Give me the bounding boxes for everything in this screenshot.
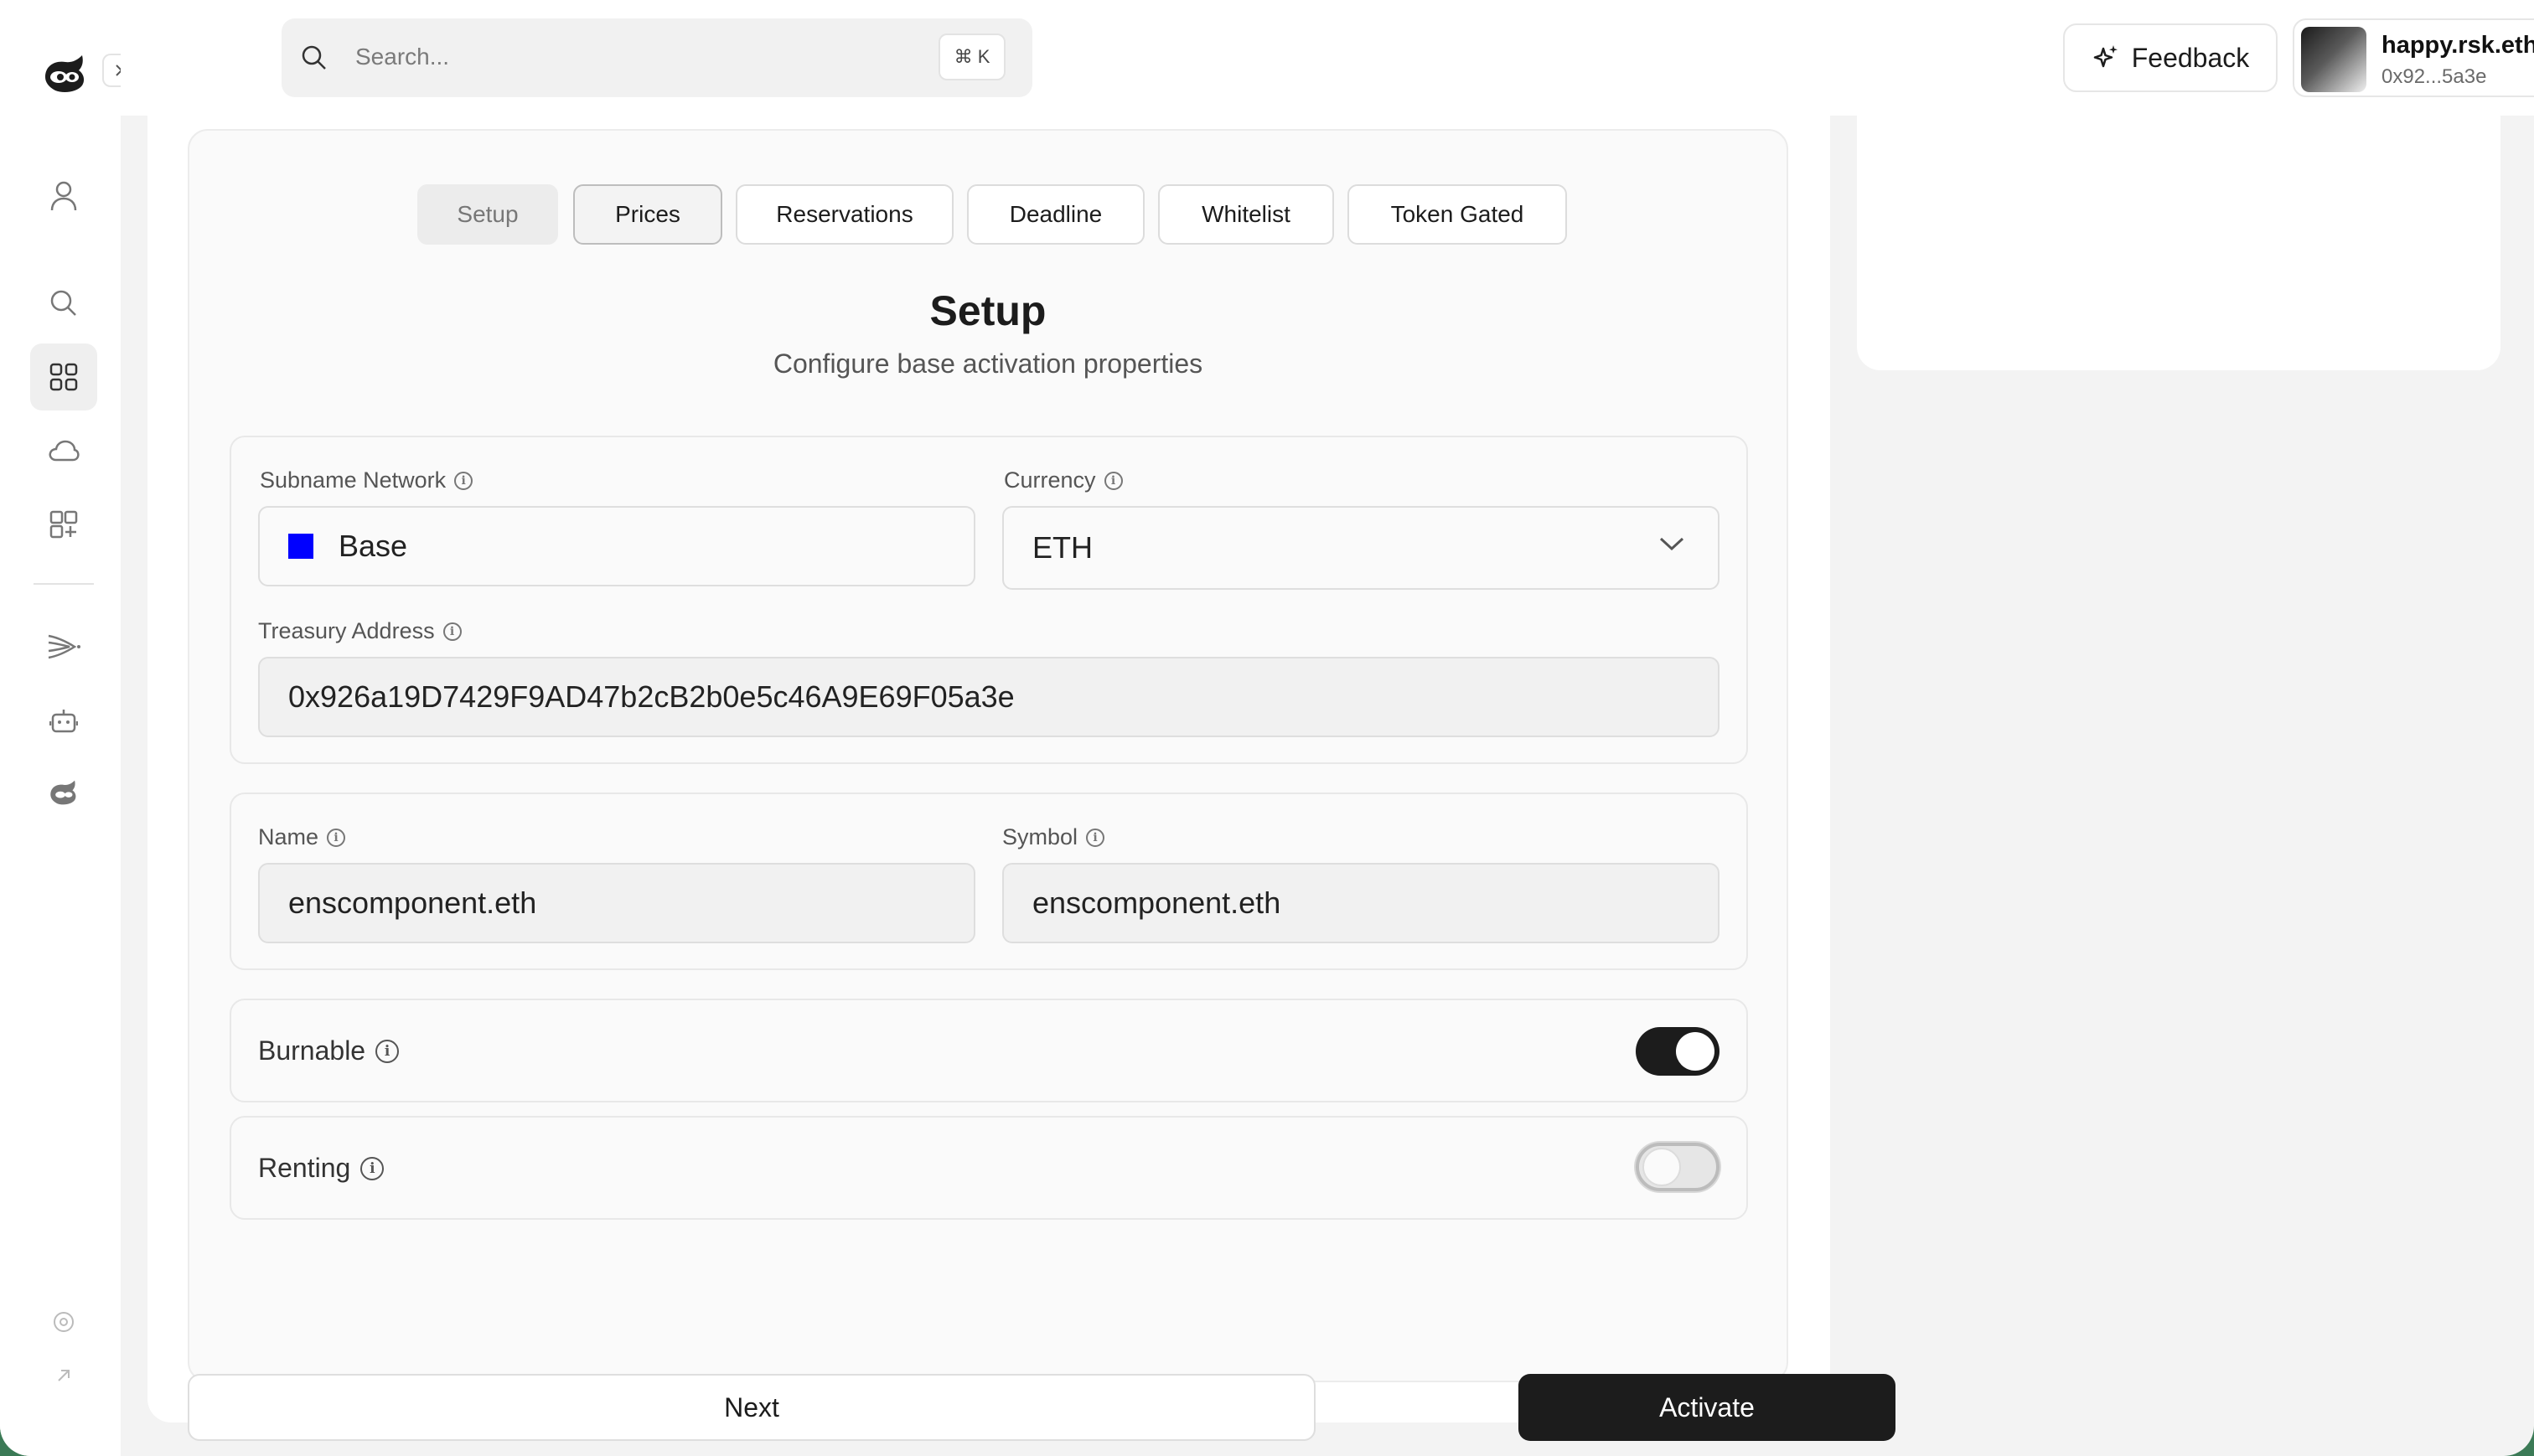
renting-label-text: Renting xyxy=(258,1153,351,1183)
tab-bar: Setup Prices Reservations Deadline White… xyxy=(189,184,1787,246)
search-icon xyxy=(50,290,76,316)
app-window: Search... ⌘ K Feedback happy.rsk.eth 0x9… xyxy=(0,0,2534,1456)
side-panel xyxy=(1857,116,2500,370)
currency-select[interactable]: ETH xyxy=(1002,506,1720,590)
section-title: Setup xyxy=(929,287,1047,334)
section-subtitle: Configure base activation properties xyxy=(773,349,1203,379)
symbol-value: enscomponent.eth xyxy=(1032,885,1281,920)
dashboard-icon xyxy=(49,363,78,391)
settings-icon xyxy=(54,1312,74,1332)
subname-network-field[interactable]: Base xyxy=(258,506,975,586)
subname-network-label-text: Subname Network xyxy=(260,467,447,493)
network-group: Subname Network i Base Currency i ETH Tr… xyxy=(230,436,1748,764)
tab-setup[interactable]: Setup xyxy=(417,184,558,245)
tab-reservations[interactable]: Reservations xyxy=(736,184,954,245)
brand-icon xyxy=(50,780,76,805)
sparkles-icon xyxy=(2093,45,2118,68)
currency-label-text: Currency xyxy=(1004,467,1096,493)
add-widget-icon xyxy=(49,510,78,539)
tab-prices[interactable]: Prices xyxy=(573,184,722,245)
brand-nav[interactable] xyxy=(30,759,97,826)
info-icon[interactable]: i xyxy=(1086,828,1105,847)
name-label: Name i xyxy=(258,824,346,850)
search-placeholder: Search... xyxy=(355,44,450,70)
name-field[interactable]: enscomponent.eth xyxy=(258,863,975,943)
treasury-address-value: 0x926a19D7429F9AD47b2cB2b0e5c46A9E69F05a… xyxy=(288,679,1015,714)
tab-whitelist[interactable]: Whitelist xyxy=(1158,184,1334,245)
info-icon[interactable]: i xyxy=(442,622,462,641)
subname-network-label: Subname Network i xyxy=(260,467,473,493)
sidebar xyxy=(0,0,136,1456)
next-button[interactable]: Next xyxy=(188,1374,1316,1441)
search-nav[interactable] xyxy=(30,270,97,337)
burnable-label: Burnable i xyxy=(258,1035,400,1066)
account-menu[interactable]: happy.rsk.eth 0x92...5a3e xyxy=(2293,18,2534,97)
tab-deadline[interactable]: Deadline xyxy=(967,184,1145,245)
search-icon xyxy=(302,45,326,70)
name-label-text: Name xyxy=(258,824,319,849)
renting-toggle[interactable] xyxy=(1636,1143,1720,1191)
chevron-down-icon xyxy=(1659,537,1684,551)
account-name: happy.rsk.eth xyxy=(2381,32,2534,59)
user-icon xyxy=(50,181,77,211)
external-link-nav[interactable] xyxy=(30,1342,97,1409)
external-link-icon xyxy=(58,1370,70,1381)
base-network-icon xyxy=(288,534,313,559)
avatar xyxy=(2301,27,2366,92)
send-icon xyxy=(48,634,80,659)
symbol-label-text: Symbol xyxy=(1002,824,1078,849)
toggle-knob xyxy=(1642,1148,1681,1186)
treasury-address-label: Treasury Address i xyxy=(258,618,462,644)
info-icon[interactable]: i xyxy=(375,1039,400,1063)
search-shortcut-badge: ⌘ K xyxy=(939,34,1006,80)
info-icon[interactable]: i xyxy=(454,471,473,490)
burnable-label-text: Burnable xyxy=(258,1035,366,1066)
info-icon[interactable]: i xyxy=(1104,471,1123,490)
name-value: enscomponent.eth xyxy=(288,885,537,920)
activate-button[interactable]: Activate xyxy=(1518,1374,1895,1441)
currency-label: Currency i xyxy=(1004,467,1123,493)
profile-nav[interactable] xyxy=(30,163,97,230)
tab-token-gated[interactable]: Token Gated xyxy=(1347,184,1567,245)
name-symbol-group: Name i enscomponent.eth Symbol i enscomp… xyxy=(230,793,1748,970)
feedback-label: Feedback xyxy=(2131,42,2250,73)
renting-label: Renting i xyxy=(258,1153,385,1184)
toggle-knob xyxy=(1676,1032,1714,1071)
info-icon[interactable]: i xyxy=(327,828,346,847)
sidebar-divider xyxy=(34,583,94,585)
burnable-toggle[interactable] xyxy=(1636,1027,1720,1076)
top-bar: Search... ⌘ K Feedback happy.rsk.eth 0x9… xyxy=(121,0,2534,116)
subname-network-value: Base xyxy=(339,529,408,563)
bot-nav[interactable] xyxy=(30,687,97,754)
treasury-address-label-text: Treasury Address xyxy=(258,618,435,643)
info-icon[interactable]: i xyxy=(360,1156,385,1180)
currency-value: ETH xyxy=(1032,530,1093,565)
treasury-address-field[interactable]: 0x926a19D7429F9AD47b2cB2b0e5c46A9E69F05a… xyxy=(258,657,1720,737)
add-widget-nav[interactable] xyxy=(30,491,97,558)
feedback-button[interactable]: Feedback xyxy=(2063,23,2278,92)
search-input[interactable]: Search... ⌘ K xyxy=(282,18,1032,97)
app-logo[interactable] xyxy=(40,52,90,96)
symbol-field[interactable]: enscomponent.eth xyxy=(1002,863,1720,943)
account-address: 0x92...5a3e xyxy=(2381,65,2487,88)
bot-icon xyxy=(49,710,78,733)
cloud-icon xyxy=(49,440,80,462)
burnable-row: Burnable i xyxy=(230,999,1748,1102)
activation-card: Setup Prices Reservations Deadline White… xyxy=(188,129,1788,1382)
main-panel: Setup Prices Reservations Deadline White… xyxy=(147,116,1895,1441)
cloud-nav[interactable] xyxy=(30,417,97,484)
renting-row: Renting i xyxy=(230,1116,1748,1220)
symbol-label: Symbol i xyxy=(1002,824,1105,850)
dashboard-nav[interactable] xyxy=(30,343,97,410)
send-nav[interactable] xyxy=(30,613,97,680)
